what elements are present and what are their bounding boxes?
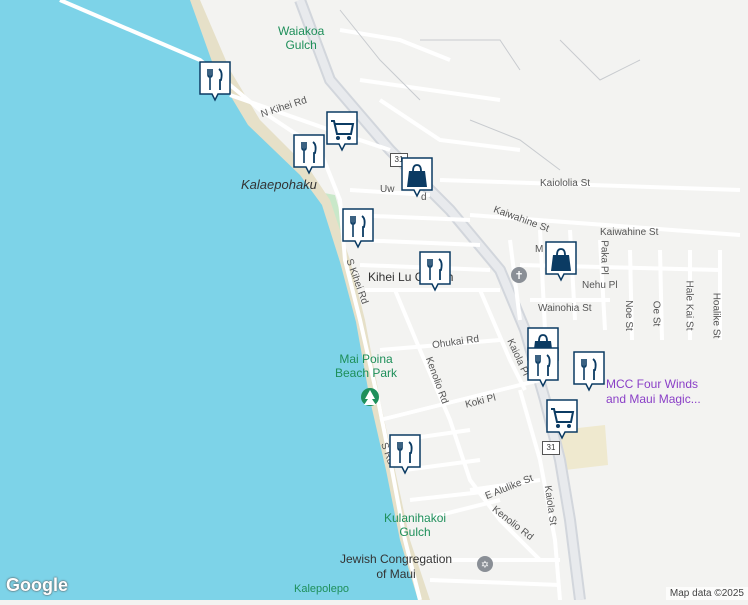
shopping-cart-icon — [326, 111, 358, 152]
m-fragment-label: M — [535, 244, 544, 255]
poi-marker-shopping-bag[interactable] — [400, 156, 434, 198]
jewish-congregation-label: Jewish Congregation of Maui — [340, 552, 453, 581]
restaurant-icon — [573, 351, 605, 392]
kaiwahine-st-label-2: Kaiwahine St — [600, 227, 659, 238]
shopping-bag-icon — [401, 157, 433, 198]
hoalike-st-label: Hoalike St — [710, 292, 722, 339]
restaurant-icon — [527, 347, 559, 388]
paka-pl-label: Paka Pl — [598, 240, 610, 275]
wainohia-st-label: Wainohia St — [538, 303, 592, 314]
google-logo[interactable]: Google — [6, 575, 68, 596]
poi-marker-restaurant[interactable] — [292, 133, 326, 175]
poi-marker-restaurant[interactable] — [388, 433, 422, 475]
restaurant-icon — [199, 61, 231, 102]
shopping-bag-icon — [545, 241, 577, 282]
map-attribution[interactable]: Map data ©2025 — [665, 587, 748, 600]
kalaepohaku-label: Kalaepohaku — [241, 177, 317, 192]
restaurant-icon — [389, 434, 421, 475]
kalepolepo-label: Kalepolepo — [294, 583, 350, 595]
noe-st-label: Noe St — [622, 300, 634, 331]
poi-marker-restaurant[interactable] — [418, 250, 452, 292]
svg-text:✝: ✝ — [514, 269, 523, 282]
hale-kai-st-label: Hale Kai St — [683, 280, 695, 331]
restaurant-icon — [293, 134, 325, 175]
oe-st-label: Oe St — [650, 300, 662, 327]
mai-poina-beach-park-label: Mai Poina Beach Park — [335, 352, 398, 380]
poi-marker-restaurant[interactable] — [572, 350, 606, 392]
poi-marker-restaurant[interactable] — [198, 60, 232, 102]
kulanihakoi-gulch-label: Kulanihakoi Gulch — [384, 511, 447, 539]
poi-marker-shopping-cart[interactable] — [545, 398, 579, 440]
waiakoa-gulch-label: Waiakoa Gulch — [278, 24, 325, 52]
uw-rd-label: Uw — [380, 184, 395, 195]
svg-text:✡: ✡ — [481, 560, 489, 571]
nehu-pl-label: Nehu Pl — [582, 280, 618, 291]
kaiololia-st-label: Kaiololia St — [540, 178, 591, 189]
route-31-shield-bottom: 31 — [542, 441, 560, 455]
poi-marker-restaurant[interactable] — [526, 346, 560, 388]
map-canvas[interactable]: ✝ ✡ Waiakoa Gulch N Kihei Rd Kalaepohaku … — [0, 0, 748, 601]
poi-marker-shopping-bag[interactable] — [544, 240, 578, 282]
restaurant-icon — [342, 208, 374, 249]
poi-marker-shopping-cart[interactable] — [325, 110, 359, 152]
mcc-four-winds-label: MCC Four Winds and Maui Magic... — [606, 377, 701, 406]
restaurant-icon — [419, 251, 451, 292]
shopping-cart-icon — [546, 399, 578, 440]
map-base: ✝ ✡ — [0, 0, 748, 601]
poi-marker-restaurant[interactable] — [341, 207, 375, 249]
